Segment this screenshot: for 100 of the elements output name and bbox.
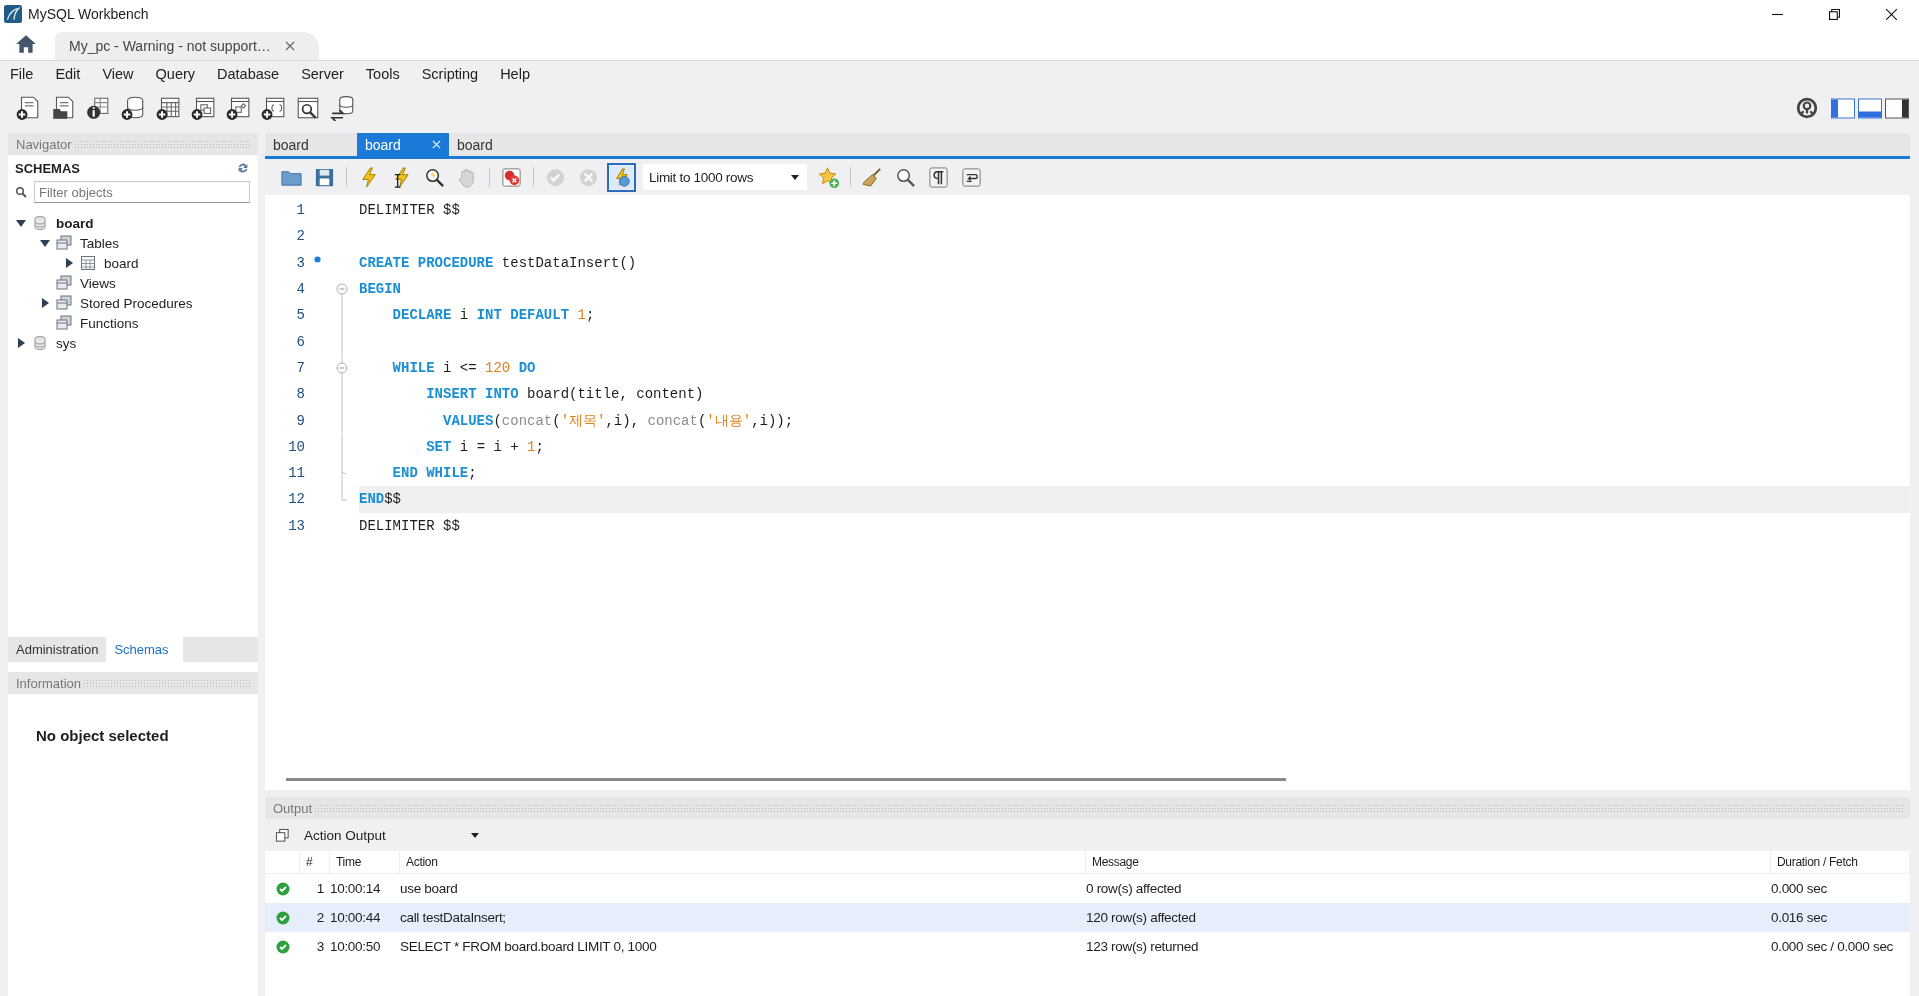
document-plus-icon[interactable]: [15, 95, 41, 121]
search-icon: [15, 186, 27, 198]
line-number: 8: [295, 386, 305, 403]
code-line: SET i = i + 1;: [425, 437, 545, 457]
menu-item[interactable]: Query: [144, 66, 207, 82]
line-number: 4: [295, 281, 305, 298]
line-number: 11: [287, 465, 305, 482]
line-number: 7: [295, 359, 305, 376]
magnifier-window-icon[interactable]: [295, 95, 321, 121]
menu-item[interactable]: Edit: [44, 66, 92, 82]
expander-icon[interactable]: [16, 338, 26, 348]
table-cell-text: 0 row(s) affected: [1086, 881, 1183, 896]
document-folder-icon[interactable]: [50, 95, 76, 121]
line-number: 3: [295, 254, 305, 271]
scrollbar-thumb[interactable]: [286, 777, 1286, 781]
settings-icon[interactable]: [1796, 97, 1818, 119]
folder-icon: [56, 295, 72, 311]
table-cell-text: use board: [400, 881, 459, 896]
menu-item[interactable]: Scripting: [410, 66, 490, 82]
column-header[interactable]: Time: [330, 851, 400, 873]
table-cell-text: 0.000 sec / 0.000 sec: [1771, 939, 1895, 954]
line-number: 13: [287, 517, 305, 534]
refresh-icon[interactable]: [236, 161, 250, 175]
filter-field[interactable]: Filter objects: [34, 181, 250, 203]
table-cell-text: 3: [315, 939, 325, 954]
tree-item[interactable]: sys: [56, 335, 77, 351]
table-cell-text: 10:00:14: [330, 881, 382, 896]
database-icon: [32, 215, 48, 231]
tree-item[interactable]: Views: [80, 275, 116, 291]
column-header[interactable]: Message: [1086, 851, 1771, 873]
function-plus-icon[interactable]: [260, 95, 286, 121]
broom-icon[interactable]: [861, 165, 884, 189]
code-line: BEGIN: [359, 280, 402, 300]
line-number: 1: [295, 202, 305, 219]
tree-item[interactable]: Stored Procedures: [80, 295, 193, 311]
expander-icon[interactable]: [40, 298, 50, 308]
fold-toggle-icon[interactable]: [336, 354, 348, 382]
editor-tab[interactable]: board: [357, 133, 449, 156]
editor-tab[interactable]: board: [265, 133, 357, 156]
close-icon[interactable]: [1886, 8, 1897, 20]
pilcrow-icon[interactable]: [927, 165, 950, 189]
line-number: 6: [295, 333, 305, 350]
tree-item[interactable]: board: [56, 215, 94, 231]
lightning-toggle-icon[interactable]: [610, 165, 633, 189]
table-cell-text: 1: [315, 881, 325, 896]
table-cell-text: 0.016 sec: [1771, 910, 1828, 925]
star-plus-icon[interactable]: [817, 165, 840, 189]
code-line: INSERT INTO board(title, content): [425, 385, 705, 405]
wrap-icon[interactable]: [960, 165, 983, 189]
table-cell-text: 10:00:50: [330, 939, 382, 954]
tree-item[interactable]: board: [104, 255, 139, 271]
code-line: CREATE PROCEDURE testDataInsert(): [359, 253, 638, 273]
table-plus-icon[interactable]: [155, 95, 181, 121]
table-cell-text: 120 row(s) affected: [1086, 910, 1197, 925]
info-message: No object selected: [36, 727, 169, 744]
code-line: END WHILE;: [391, 464, 478, 484]
menu-item[interactable]: View: [91, 66, 145, 82]
table-cell-text: call testDataInsert;: [400, 910, 507, 925]
column-header[interactable]: Duration / Fetch: [1771, 851, 1910, 873]
code-line: WHILE i <= 120 DO: [391, 358, 537, 378]
output-row[interactable]: 1 10:00:14 use board 0 row(s) affected 0.000 sec: [265, 874, 1910, 903]
sidebar-tab[interactable]: Administration: [8, 637, 107, 662]
window-plus-icon[interactable]: [225, 95, 251, 121]
expander-icon[interactable]: [16, 218, 26, 228]
info-table-icon[interactable]: [85, 95, 111, 121]
database-arrows-icon[interactable]: [330, 95, 356, 121]
folder-icon: [56, 315, 72, 331]
menu-item[interactable]: Tools: [354, 66, 411, 82]
tree-item[interactable]: Functions: [80, 315, 139, 331]
table-cell-text: SELECT * FROM board.board LIMIT 0, 1000: [400, 939, 658, 954]
window-title: MySQL Workbench: [28, 6, 149, 22]
table-cell-text: 2: [315, 910, 325, 925]
folder-icon: [56, 235, 72, 251]
editor-tab[interactable]: board: [449, 133, 541, 156]
fold-toggle-icon[interactable]: [336, 283, 348, 303]
menu-item[interactable]: Help: [489, 66, 541, 82]
code-line: VALUES(concat('제목',i), concat('내용',i));: [442, 411, 795, 431]
connection-tab[interactable]: My_pc - Warning - not support…: [55, 32, 319, 60]
expander-icon[interactable]: [64, 258, 74, 268]
stop-icon[interactable]: [500, 165, 523, 189]
column-header[interactable]: Action: [400, 851, 1086, 873]
home-icon[interactable]: [15, 34, 37, 54]
output-row[interactable]: 2 10:00:44 call testDataInsert; 120 row(s) affected 0.016 sec: [265, 903, 1910, 932]
expander-icon[interactable]: [40, 238, 50, 248]
restore-icon[interactable]: [1829, 8, 1840, 20]
sidebar-tab[interactable]: Schemas: [106, 637, 183, 662]
menu-item[interactable]: File: [10, 66, 45, 82]
panel-toggle-icon[interactable]: [1885, 97, 1909, 119]
column-header[interactable]: #: [300, 851, 330, 873]
window-plus-icon[interactable]: [190, 95, 216, 121]
output-row[interactable]: 3 10:00:50 SELECT * FROM board.board LIMIT 0, 1000 123 row(s) returned 0.000 sec / 0.000 sec: [265, 932, 1910, 961]
menu-item[interactable]: Database: [206, 66, 291, 82]
limit-dropdown[interactable]: Limit to 1000 rows: [643, 164, 807, 190]
panel-toggle-icon[interactable]: [1831, 97, 1855, 119]
database-icon: [32, 335, 48, 351]
panel-toggle-icon[interactable]: [1858, 97, 1882, 119]
database-plus-icon[interactable]: [120, 95, 146, 121]
copy-icon[interactable]: [275, 827, 290, 843]
menu-item[interactable]: Server: [290, 66, 355, 82]
tree-item[interactable]: Tables: [80, 235, 120, 251]
